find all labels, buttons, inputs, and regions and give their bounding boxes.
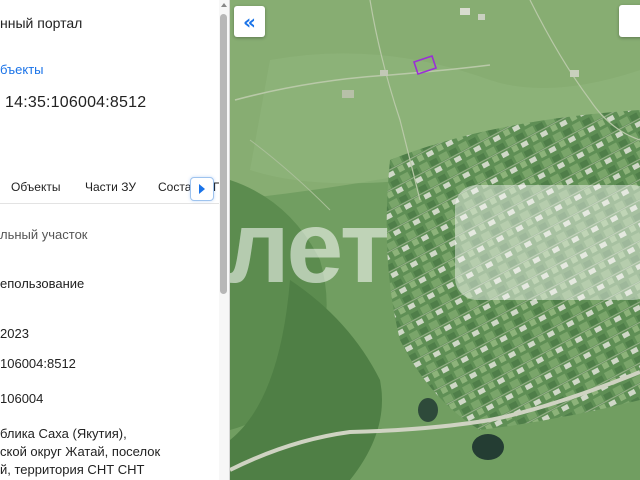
watermark-text: лет bbox=[230, 190, 390, 304]
usage-value: епользование bbox=[0, 276, 85, 291]
map-control-button[interactable] bbox=[619, 5, 640, 37]
cadastral-number-value: 106004:8512 bbox=[0, 356, 76, 371]
portal-title: нный портал bbox=[0, 15, 83, 31]
date-value: 2023 bbox=[0, 326, 29, 341]
tab-land-parts[interactable]: Части ЗУ bbox=[85, 180, 136, 194]
info-panel: нный портал бъекты 14:35:106004:8512 Объ… bbox=[0, 0, 230, 480]
tab-objects[interactable]: Объекты bbox=[11, 180, 61, 194]
watermark-badge bbox=[455, 185, 640, 300]
panel-scrollbar-thumb[interactable] bbox=[220, 14, 227, 294]
scroll-up-arrow-icon[interactable] bbox=[221, 3, 227, 7]
address-line-1: блика Саха (Якутия), bbox=[0, 426, 127, 441]
address-line-3: й, территория СНТ СНТ bbox=[0, 462, 145, 477]
address-line-2: ской округ Жатай, поселок bbox=[0, 444, 161, 459]
collapse-panel-button[interactable]: « bbox=[234, 6, 265, 37]
object-type-value: льный участок bbox=[0, 227, 88, 242]
satellite-map[interactable]: лет « bbox=[230, 0, 640, 480]
objects-breadcrumb-link[interactable]: бъекты bbox=[0, 62, 44, 77]
cadastral-number-title: 14:35:106004:8512 bbox=[5, 94, 147, 111]
tab-bar: Объекты Части ЗУ Соста П bbox=[0, 172, 228, 204]
chevron-right-icon bbox=[199, 184, 205, 194]
cadastral-quarter-value: 106004 bbox=[0, 391, 44, 406]
tabs-scroll-right-button[interactable] bbox=[190, 177, 214, 201]
double-chevron-left-icon: « bbox=[243, 9, 256, 34]
tab-composition[interactable]: Соста bbox=[158, 180, 191, 194]
